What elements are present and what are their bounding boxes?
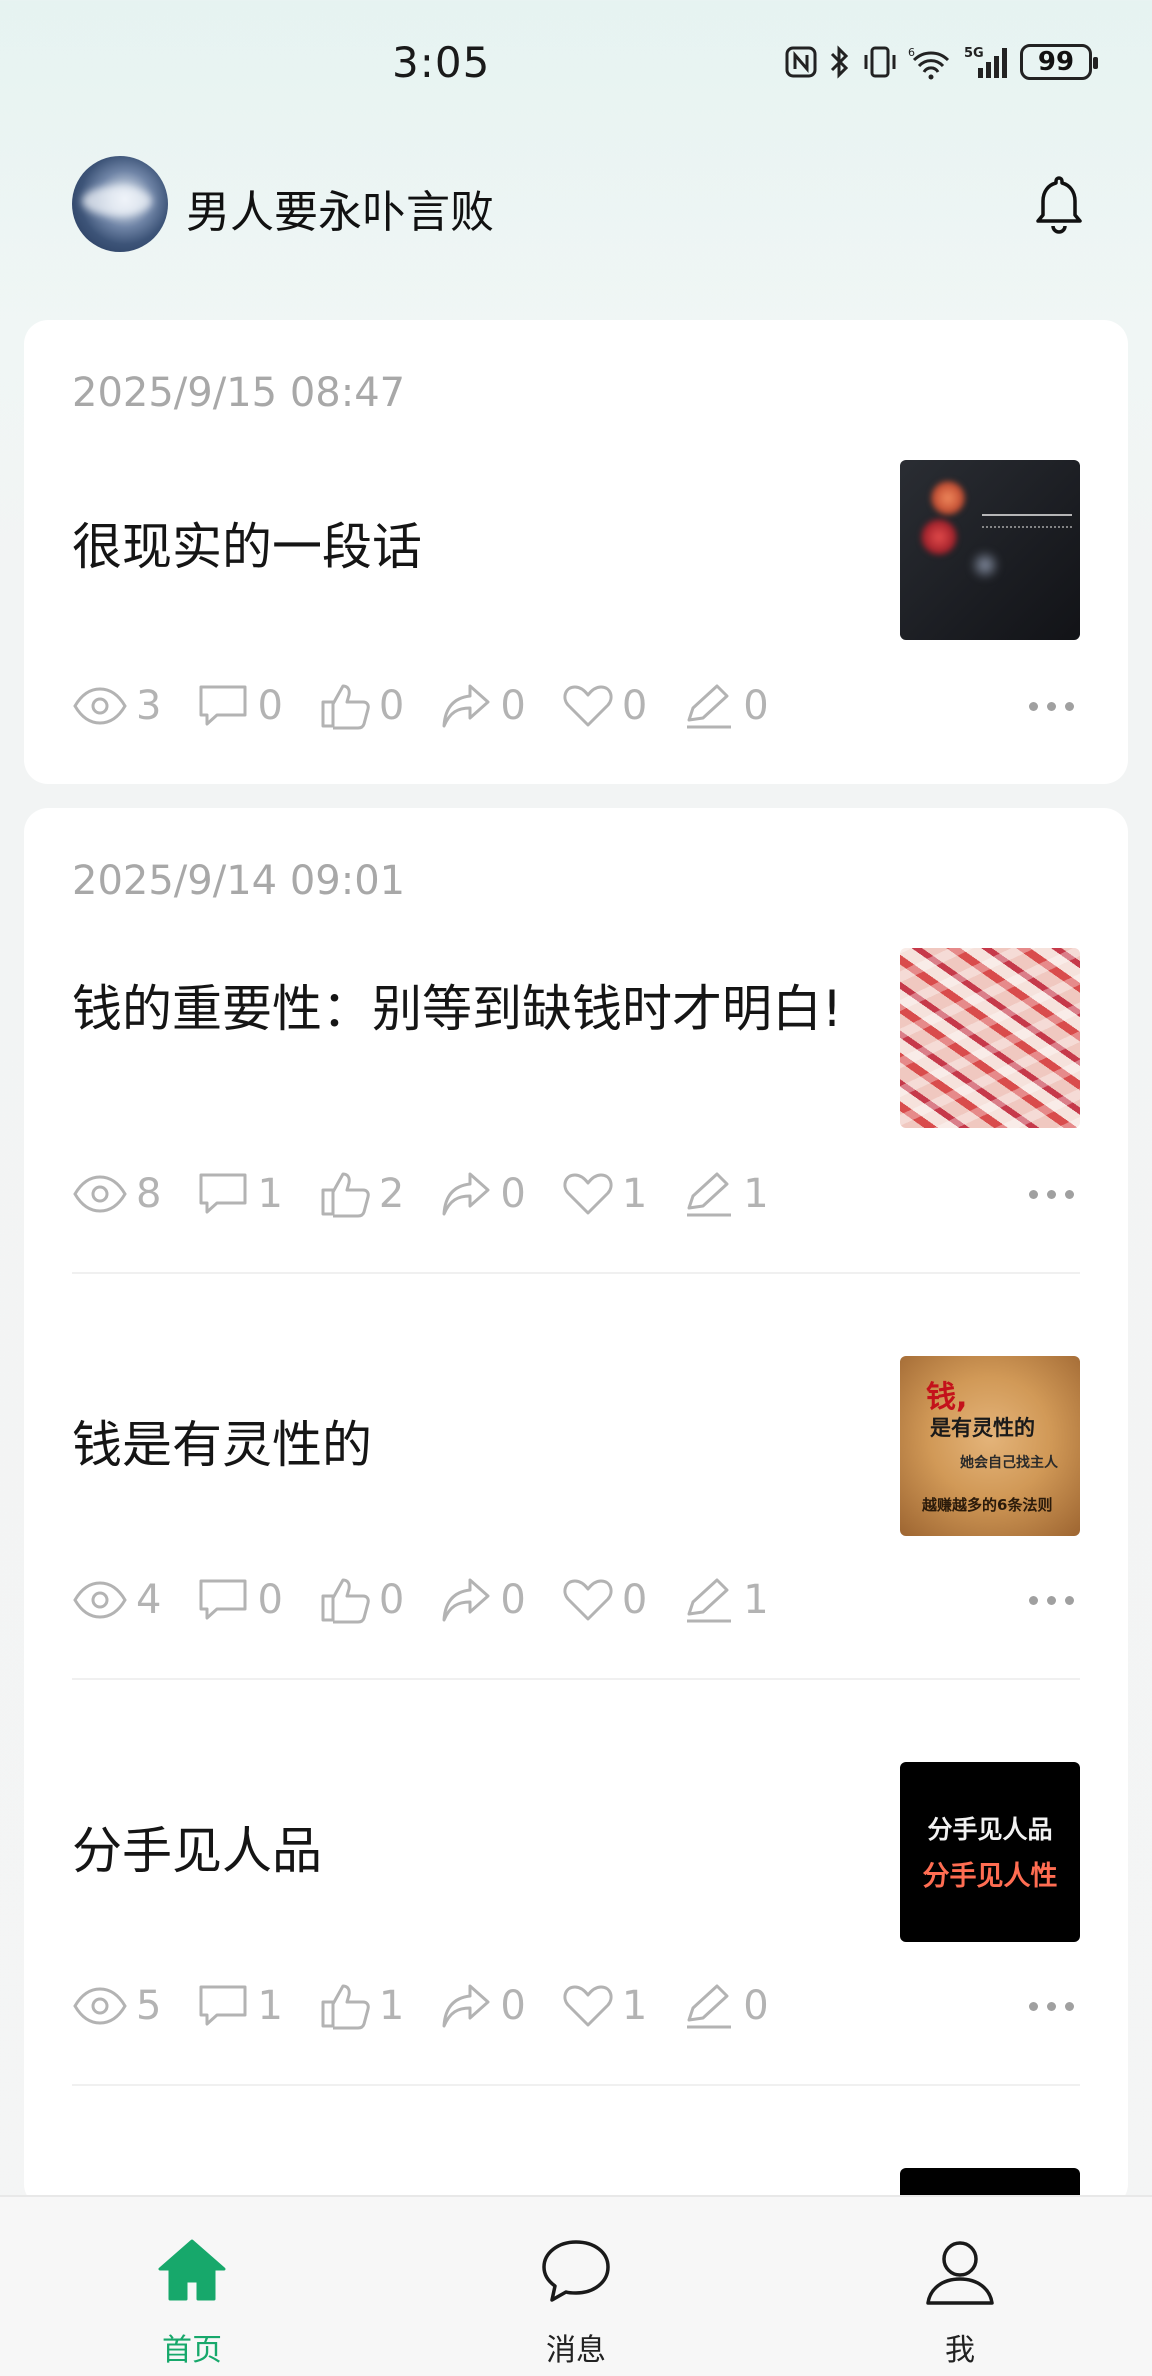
post-date: 2025/9/15 08:47 xyxy=(72,370,406,416)
heart-icon xyxy=(563,685,613,727)
username[interactable]: 男人要永卟言败 xyxy=(186,176,494,240)
eye-icon xyxy=(73,687,127,725)
pen-icon xyxy=(687,684,732,729)
favorites-stat[interactable]: 0 xyxy=(562,683,647,729)
thumbs-up-icon xyxy=(321,1172,370,1218)
comments-stat[interactable]: 0 xyxy=(197,1577,283,1623)
post-date: 2025/9/14 09:01 xyxy=(72,858,406,904)
heart-icon xyxy=(563,1173,613,1215)
tab-me[interactable]: 我 xyxy=(860,2197,1060,2376)
bottom-tab-bar: 首页 消息 我 xyxy=(0,2195,1152,2376)
share-icon xyxy=(442,1984,490,2028)
views-stat: 5 xyxy=(72,1983,161,2029)
comment-icon xyxy=(199,1579,247,1620)
more-options-icon[interactable] xyxy=(1029,1570,1074,1630)
post-thumbnail[interactable] xyxy=(900,460,1080,640)
eye-icon xyxy=(73,1987,127,2025)
likes-stat[interactable]: 1 xyxy=(319,1982,404,2030)
thumbs-up-icon xyxy=(321,1984,370,2030)
views-stat: 8 xyxy=(72,1171,161,1217)
views-stat: 3 xyxy=(72,683,161,729)
favorites-stat[interactable]: 0 xyxy=(562,1577,647,1623)
message-icon xyxy=(542,2240,610,2302)
share-icon xyxy=(442,1172,490,1216)
thumbs-up-icon xyxy=(321,684,370,730)
tab-home[interactable]: 首页 xyxy=(92,2197,292,2376)
thumbs-up-icon xyxy=(321,1578,370,1624)
comment-icon xyxy=(199,1173,247,1214)
post-card[interactable]: 2025/9/15 08:47 很现实的一段话 3 0 0 0 0 0 xyxy=(24,320,1128,784)
post-thumbnail[interactable]: 钱, 是有灵性的 她会自己找主人 越赚越多的6条法则 xyxy=(900,1356,1080,1536)
status-bar: 3:05 6 5G 99 xyxy=(0,0,1152,130)
favorites-stat[interactable]: 1 xyxy=(562,1171,647,1217)
post-thumbnail[interactable] xyxy=(900,948,1080,1128)
status-icons: 6 5G 99 xyxy=(784,44,1098,80)
divider xyxy=(72,1272,1080,1274)
tab-label: 首页 xyxy=(162,2333,222,2368)
share-icon xyxy=(442,1578,490,1622)
eye-icon xyxy=(73,1175,127,1213)
likes-stat[interactable]: 0 xyxy=(319,1576,404,1624)
status-time: 3:05 xyxy=(392,38,491,87)
tab-messages[interactable]: 消息 xyxy=(476,2197,676,2376)
wifi-icon: 6 xyxy=(908,46,950,80)
shares-stat[interactable]: 0 xyxy=(440,1170,526,1218)
views-stat: 4 xyxy=(72,1577,161,1623)
more-options-icon[interactable] xyxy=(1029,1976,1074,2036)
comments-stat[interactable]: 1 xyxy=(197,1171,283,1217)
comment-icon xyxy=(199,1985,247,2026)
nfc-icon xyxy=(785,46,817,78)
person-icon xyxy=(926,2241,994,2305)
likes-stat[interactable]: 2 xyxy=(319,1170,404,1218)
profile-header: 男人要永卟言败 xyxy=(0,150,1152,260)
post-stats: 3 0 0 0 0 0 xyxy=(72,676,805,736)
post-title[interactable]: 钱的重要性：别等到缺钱时才明白! xyxy=(72,978,852,1040)
post-stats: 5 1 1 0 1 0 xyxy=(72,1976,805,2036)
eye-icon xyxy=(73,1581,127,1619)
post-thumbnail[interactable]: 分手见人品 分手见人性 xyxy=(900,1762,1080,1942)
shares-stat[interactable]: 0 xyxy=(440,1576,526,1624)
signal-icon: 5G xyxy=(964,46,1007,78)
post-stats: 8 1 2 0 1 1 xyxy=(72,1164,805,1224)
svg-text:5G: 5G xyxy=(964,46,984,61)
pen-icon xyxy=(687,1172,732,1217)
post-title[interactable]: 钱是有灵性的 xyxy=(72,1414,852,1476)
home-icon xyxy=(158,2239,226,2301)
heart-icon xyxy=(563,1985,613,2027)
edits-stat[interactable]: 1 xyxy=(683,1576,769,1624)
pen-icon xyxy=(687,1984,732,2029)
shares-stat[interactable]: 0 xyxy=(440,682,526,730)
post-title[interactable]: 分手见人品 xyxy=(72,1820,852,1882)
battery-level: 99 xyxy=(1037,47,1075,77)
pen-icon xyxy=(687,1578,732,1623)
favorites-stat[interactable]: 1 xyxy=(562,1983,647,2029)
edits-stat[interactable]: 1 xyxy=(683,1170,769,1218)
likes-stat[interactable]: 0 xyxy=(319,682,404,730)
edits-stat[interactable]: 0 xyxy=(683,1982,769,2030)
battery-indicator: 99 xyxy=(1020,44,1098,80)
post-title[interactable]: 很现实的一段话 xyxy=(72,516,852,578)
tab-label: 我 xyxy=(945,2333,975,2368)
bluetooth-icon xyxy=(830,45,849,79)
share-icon xyxy=(442,684,490,728)
comments-stat[interactable]: 1 xyxy=(197,1983,283,2029)
tab-label: 消息 xyxy=(546,2333,606,2368)
comments-stat[interactable]: 0 xyxy=(197,683,283,729)
notification-bell-icon[interactable] xyxy=(1032,172,1086,240)
svg-text:6: 6 xyxy=(908,46,915,59)
divider xyxy=(72,2084,1080,2086)
avatar[interactable] xyxy=(72,156,168,252)
post-stats: 4 0 0 0 0 1 xyxy=(72,1570,805,1630)
edits-stat[interactable]: 0 xyxy=(683,682,769,730)
shares-stat[interactable]: 0 xyxy=(440,1982,526,2030)
divider xyxy=(72,1678,1080,1680)
more-options-icon[interactable] xyxy=(1029,676,1074,736)
post-group-card: 2025/9/14 09:01 钱的重要性：别等到缺钱时才明白! 8 1 2 0… xyxy=(24,808,1128,2208)
more-options-icon[interactable] xyxy=(1029,1164,1074,1224)
vibrate-icon xyxy=(864,46,896,78)
heart-icon xyxy=(563,1579,613,1621)
comment-icon xyxy=(199,685,247,726)
